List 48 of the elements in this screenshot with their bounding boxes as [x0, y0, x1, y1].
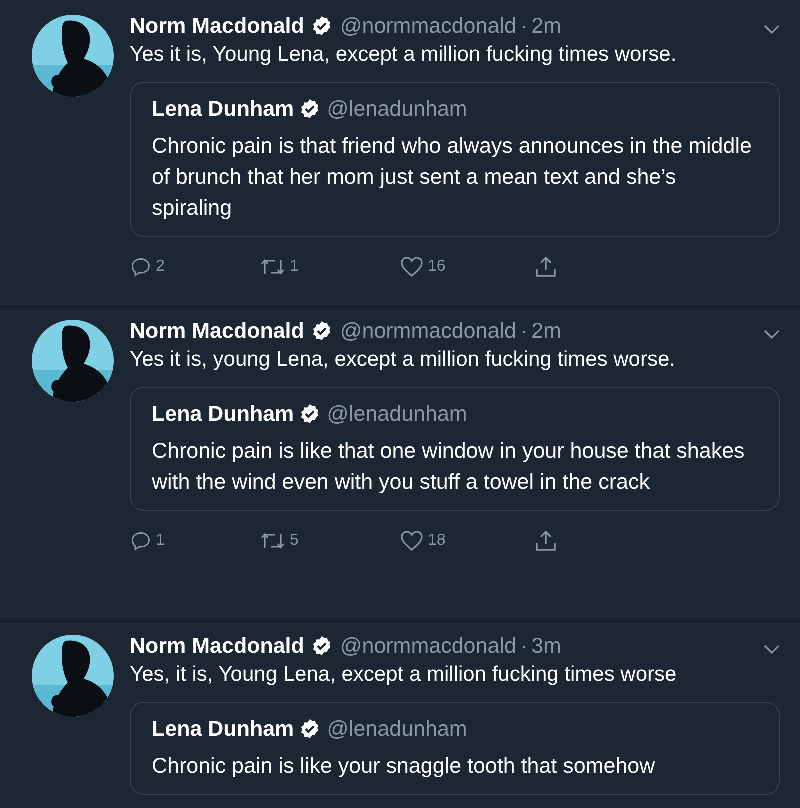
retweet-count: 1	[290, 257, 299, 277]
verified-badge-icon	[299, 718, 322, 740]
reply-count: 1	[156, 531, 165, 551]
verified-badge-icon	[299, 403, 322, 425]
quoted-author-handle: @lenadunham	[327, 716, 468, 743]
verified-badge-icon	[311, 15, 334, 37]
author-name[interactable]: Norm Macdonald	[130, 317, 304, 345]
quoted-author-name: Lena Dunham	[152, 716, 294, 743]
quoted-tweet-text: Chronic pain is like that one window in your house that shakes with the wind even with you stuff a towel in the crack	[152, 438, 746, 496]
separator-dot: ·	[519, 633, 529, 660]
quoted-author-name: Lena Dunham	[152, 96, 294, 123]
heart-icon[interactable]	[400, 530, 424, 552]
retweet-count: 5	[290, 531, 299, 551]
author-name[interactable]: Norm Macdonald	[130, 632, 304, 660]
caret-icon[interactable]	[764, 645, 780, 655]
share-icon[interactable]	[535, 529, 557, 553]
quoted-tweet-card[interactable]: Lena Dunham @lenadunham Chronic pain is that friend who always announces in the middle of brunch that her mom just sent a mean text and she’s spiraling	[130, 82, 780, 237]
reply-count: 2	[156, 257, 165, 277]
verified-badge-icon	[311, 320, 334, 342]
caret-icon[interactable]	[764, 330, 780, 340]
share-icon[interactable]	[535, 255, 557, 279]
author-handle[interactable]: @normmacdonald	[340, 12, 516, 40]
quoted-author-name: Lena Dunham	[152, 401, 294, 428]
tweet-text: Yes it is, Young Lena, except a million fucking times worse.	[130, 42, 678, 68]
like-count: 18	[428, 531, 446, 551]
author-name[interactable]: Norm Macdonald	[130, 12, 304, 40]
heart-icon[interactable]	[400, 256, 424, 278]
quoted-tweet-card[interactable]: Lena Dunham @lenadunham Chronic pain is like that one window in your house that shakes with the wind even with you stuff a towel in the crack	[130, 387, 780, 511]
like-count: 16	[428, 257, 446, 277]
quoted-tweet-card[interactable]: Lena Dunham @lenadunham Chronic pain is like your snaggle tooth that somehow	[130, 702, 780, 795]
reply-icon[interactable]	[130, 530, 152, 552]
quoted-tweet-text: Chronic pain is that friend who always announces in the middle of brunch that her mom just sent a mean text and she’s spiraling	[152, 133, 753, 222]
tweet-time[interactable]: 2m	[532, 317, 562, 345]
tweet-time[interactable]: 2m	[532, 12, 562, 40]
author-handle[interactable]: @normmacdonald	[340, 632, 516, 660]
tweet-text: Yes it is, young Lena, except a million fucking times worse.	[130, 347, 676, 373]
verified-badge-icon	[299, 98, 322, 120]
tweet-time[interactable]: 3m	[532, 632, 562, 660]
caret-icon[interactable]	[764, 25, 780, 35]
separator-dot: ·	[519, 318, 529, 345]
tweet-text: Yes, it is, Young Lena, except a million fucking times worse	[130, 662, 678, 688]
quoted-author-handle: @lenadunham	[327, 96, 468, 123]
reply-icon[interactable]	[130, 256, 152, 278]
author-handle[interactable]: @normmacdonald	[340, 317, 516, 345]
quoted-tweet-text: Chronic pain is like your snaggle tooth that somehow	[152, 753, 656, 780]
verified-badge-icon	[311, 635, 334, 657]
quoted-author-handle: @lenadunham	[327, 401, 468, 428]
separator-dot: ·	[519, 13, 529, 40]
